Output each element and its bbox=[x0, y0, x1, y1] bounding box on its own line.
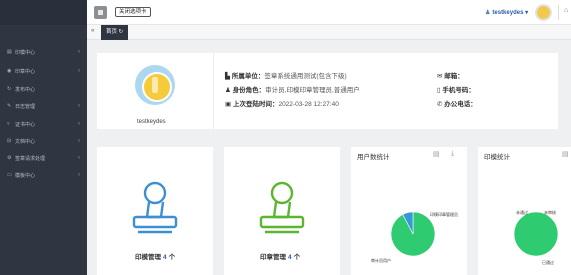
chevron-left-icon: ‹ bbox=[78, 103, 80, 109]
chevron-left-icon: ‹ bbox=[78, 49, 80, 55]
user-menu[interactable]: ♟ testkeydes ▾ bbox=[485, 9, 528, 16]
user-icon: ♟ bbox=[225, 87, 233, 94]
profile-avatar bbox=[135, 65, 175, 105]
document-icon: ⊟ bbox=[7, 138, 12, 144]
seal-stat-label: 印章管理 4 个 bbox=[260, 251, 300, 261]
sidebar-toggle-button[interactable] bbox=[94, 6, 107, 19]
stat-count: 4 bbox=[163, 254, 167, 261]
seal-stat-card[interactable]: 印章管理 4 个 bbox=[224, 147, 340, 275]
sidebar-item-label: 日志管理 bbox=[15, 103, 36, 110]
office-phone-info: ✆ 办公电话： bbox=[437, 98, 477, 108]
stamp-icon bbox=[132, 181, 178, 234]
chart-title: 印模统计 bbox=[484, 154, 510, 161]
avatar[interactable] bbox=[535, 4, 552, 21]
header-divider bbox=[558, 5, 559, 20]
sidebar-item-label: 印章中心 bbox=[15, 68, 36, 75]
template-icon: ▭ bbox=[7, 172, 12, 178]
login-info: ▣ 上次登陆时间：2022-03-28 12:27:40 bbox=[225, 98, 339, 108]
publish-icon: ↻ bbox=[7, 86, 12, 92]
pie-label-top: 印模印章管理员 bbox=[430, 212, 458, 217]
sidebar: ▤ 印模中心 ‹ ◉ 印章中心 ‹ ↻ 发布中心 ✎ 日志管理 ‹ ▿ 证书中心… bbox=[0, 0, 87, 275]
seal-mold-stats-chart-card: 印模统计 ▤ 未通过 未审核 已通过 bbox=[478, 147, 571, 275]
data-view-icon[interactable]: ▤ bbox=[562, 150, 569, 158]
tab-home[interactable]: 首页 ↻ bbox=[101, 25, 129, 40]
tab-home-label: 首页 bbox=[106, 29, 118, 35]
lock-icon: ▣ bbox=[225, 101, 233, 108]
sidebar-item-signature-requests[interactable]: ⚙ 签章请求处理 ‹ bbox=[0, 151, 87, 165]
unit-info: ▙ 所属单位：签章系统通用测试(包含下级) bbox=[225, 70, 347, 80]
chevron-left-icon: ‹ bbox=[78, 68, 80, 74]
phone-label: 手机号码： bbox=[442, 87, 475, 94]
sidebar-item-seal-mold-center[interactable]: ▤ 印模中心 ‹ bbox=[0, 45, 87, 59]
gear-icon: ⚙ bbox=[7, 155, 12, 161]
org-icon: ▙ bbox=[225, 73, 232, 80]
login-label: 上次登陆时间： bbox=[232, 101, 279, 108]
username-label: testkeydes bbox=[492, 10, 524, 16]
refresh-icon[interactable]: ↻ bbox=[119, 29, 124, 35]
stat-unit: 个 bbox=[168, 254, 176, 261]
sidebar-item-publish-center[interactable]: ↻ 发布中心 bbox=[0, 82, 87, 96]
sidebar-brand bbox=[0, 0, 87, 25]
pie-label-right: 未审核 bbox=[544, 210, 556, 215]
bell-icon[interactable]: ⌂ bbox=[564, 7, 568, 14]
chevron-left-icon: ‹ bbox=[78, 172, 80, 178]
chevron-left-icon: ‹ bbox=[78, 121, 80, 127]
user-stats-chart-card: 用户数统计 ▤ ⤓ 印模印章管理员 审计员用户 bbox=[351, 147, 467, 275]
sidebar-item-label: 印模中心 bbox=[15, 49, 36, 56]
profile-card: testkeydes ▙ 所属单位：签章系统通用测试(包含下级) ♟ 身份角色：… bbox=[97, 53, 558, 129]
double-chevron-left-icon[interactable]: « bbox=[91, 28, 94, 34]
stat-title: 印模管理 bbox=[135, 254, 161, 261]
download-icon[interactable]: ⤓ bbox=[451, 150, 454, 158]
stat-unit: 个 bbox=[293, 254, 301, 261]
sidebar-item-label: 文档中心 bbox=[15, 138, 36, 145]
sidebar-item-label: 发布中心 bbox=[15, 86, 36, 93]
stamp-icon bbox=[259, 181, 305, 234]
user-icon: ♟ bbox=[485, 10, 491, 16]
email-info: ✉ 邮箱： bbox=[437, 70, 464, 80]
edit-icon: ✎ bbox=[7, 103, 12, 109]
sidebar-item-label: 证书中心 bbox=[15, 121, 36, 128]
seal-mold-pie-chart bbox=[513, 211, 559, 257]
pie-label-bottom: 已通过 bbox=[542, 260, 554, 265]
chevron-left-icon: ‹ bbox=[78, 138, 80, 144]
unit-label: 所属单位： bbox=[231, 73, 265, 80]
top-header: 关闭选项卡 ♟ testkeydes ▾ ⌂ bbox=[87, 0, 571, 25]
printer-icon: ▤ bbox=[7, 49, 12, 55]
stat-title: 印章管理 bbox=[260, 254, 286, 261]
sidebar-item-label: 签章请求处理 bbox=[15, 155, 46, 162]
seal-mold-stat-card[interactable]: 印模管理 4 个 bbox=[97, 147, 213, 275]
caret-down-icon: ▾ bbox=[523, 10, 529, 16]
role-label: 身份角色： bbox=[232, 87, 266, 94]
stat-count: 4 bbox=[288, 254, 292, 261]
close-tab-tooltip: 关闭选项卡 bbox=[115, 7, 151, 17]
certificate-icon: ▿ bbox=[7, 121, 10, 127]
role-value: 审计员,印模印章管理员,普通用户 bbox=[265, 87, 360, 94]
pie-slice-已通过[interactable] bbox=[513, 211, 559, 257]
seal-mold-stat-label: 印模管理 4 个 bbox=[135, 251, 175, 261]
phone-info: ▯ 手机号码： bbox=[437, 84, 475, 94]
chevron-left-icon: ‹ bbox=[78, 155, 80, 161]
stamp-icon: ◉ bbox=[7, 68, 12, 74]
sidebar-item-certificate-center[interactable]: ▿ 证书中心 ‹ bbox=[0, 117, 87, 131]
email-label: 邮箱： bbox=[444, 73, 464, 80]
pie-label-bottom: 审计员用户 bbox=[371, 258, 391, 263]
chart-title: 用户数统计 bbox=[357, 154, 390, 161]
pie-label-left: 未通过 bbox=[516, 210, 528, 215]
office-phone-label: 办公电话： bbox=[444, 101, 477, 108]
sidebar-item-template-center[interactable]: ▭ 模板中心 ‹ bbox=[0, 168, 87, 182]
data-view-icon[interactable]: ▤ bbox=[433, 150, 440, 158]
role-info: ♟ 身份角色：审计员,印模印章管理员,普通用户 bbox=[225, 84, 360, 94]
sidebar-item-document-center[interactable]: ⊟ 文档中心 ‹ bbox=[0, 134, 87, 148]
tab-bar: « 首页 ↻ bbox=[87, 25, 571, 40]
user-pie-chart bbox=[390, 211, 436, 257]
sidebar-item-label: 模板中心 bbox=[15, 172, 36, 179]
sidebar-item-log-management[interactable]: ✎ 日志管理 ‹ bbox=[0, 99, 87, 113]
profile-name: testkeydes bbox=[137, 119, 166, 125]
sidebar-item-seal-center[interactable]: ◉ 印章中心 ‹ bbox=[0, 64, 87, 78]
login-value: 2022-03-28 12:27:40 bbox=[278, 101, 339, 108]
unit-value: 签章系统通用测试(包含下级) bbox=[264, 73, 347, 80]
profile-divider bbox=[213, 53, 214, 129]
